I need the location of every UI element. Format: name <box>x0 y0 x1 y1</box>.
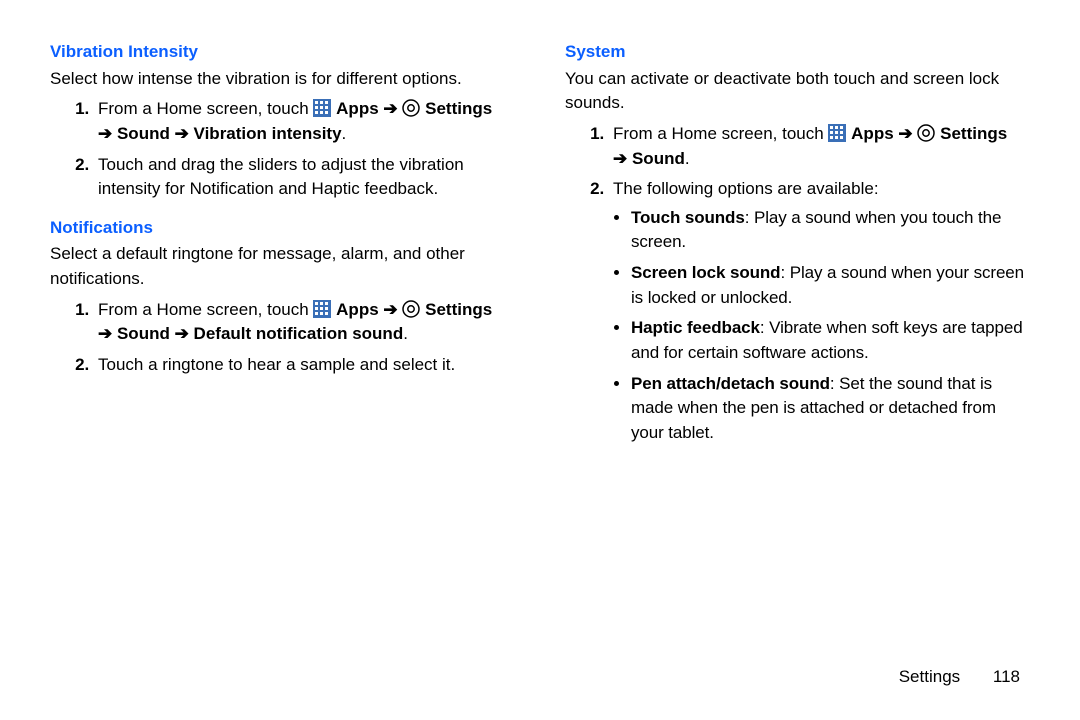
step-item: From a Home screen, touch Apps ➔ Setting… <box>94 298 515 347</box>
intro-system: You can activate or deactivate both touc… <box>565 67 1030 116</box>
arrow-icon: ➔ <box>383 99 397 118</box>
option-title: Pen attach/detach sound <box>631 374 830 393</box>
arrow-icon: ➔ <box>898 124 912 143</box>
step-item: The following options are available: Tou… <box>609 177 1030 445</box>
right-column: System You can activate or deactivate bo… <box>565 40 1030 460</box>
arrow-icon: ➔ <box>175 324 189 343</box>
steps-system: From a Home screen, touch Apps ➔ Setting… <box>565 122 1030 446</box>
settings-gear-icon <box>402 99 420 117</box>
apps-grid-icon <box>828 124 846 142</box>
label-sound: Sound <box>627 149 685 168</box>
left-column: Vibration Intensity Select how intense t… <box>50 40 515 460</box>
heading-notifications: Notifications <box>50 216 515 241</box>
step-text: From a Home screen, touch <box>98 99 313 118</box>
list-item: Haptic feedback: Vibrate when soft keys … <box>631 316 1030 365</box>
period: . <box>403 324 408 343</box>
label-sound: Sound <box>112 324 174 343</box>
heading-system: System <box>565 40 1030 65</box>
footer-section: Settings <box>899 667 960 686</box>
arrow-icon: ➔ <box>98 324 112 343</box>
label-apps: Apps <box>336 99 383 118</box>
step-item: From a Home screen, touch Apps ➔ Setting… <box>609 122 1030 171</box>
label-settings: Settings <box>425 99 492 118</box>
arrow-icon: ➔ <box>383 300 397 319</box>
label-vibration-intensity: Vibration intensity <box>189 124 342 143</box>
list-item: Touch sounds: Play a sound when you touc… <box>631 206 1030 255</box>
step-text: From a Home screen, touch <box>98 300 313 319</box>
option-title: Screen lock sound <box>631 263 780 282</box>
option-title: Touch sounds <box>631 208 745 227</box>
arrow-icon: ➔ <box>613 149 627 168</box>
step-text: From a Home screen, touch <box>613 124 828 143</box>
period: . <box>342 124 347 143</box>
label-settings: Settings <box>940 124 1007 143</box>
period: . <box>685 149 690 168</box>
steps-vibration: From a Home screen, touch Apps ➔ Setting… <box>50 97 515 202</box>
footer-page-number: 118 <box>993 667 1020 686</box>
page-content: Vibration Intensity Select how intense t… <box>0 0 1080 460</box>
option-title: Haptic feedback <box>631 318 760 337</box>
label-sound: Sound <box>112 124 174 143</box>
step-item: Touch a ringtone to hear a sample and se… <box>94 353 515 378</box>
intro-vibration: Select how intense the vibration is for … <box>50 67 515 92</box>
label-apps: Apps <box>336 300 383 319</box>
apps-grid-icon <box>313 300 331 318</box>
label-settings: Settings <box>425 300 492 319</box>
step-text: The following options are available: <box>613 179 879 198</box>
settings-gear-icon <box>917 124 935 142</box>
list-item: Pen attach/detach sound: Set the sound t… <box>631 372 1030 446</box>
options-list: Touch sounds: Play a sound when you touc… <box>613 206 1030 446</box>
arrow-icon: ➔ <box>175 124 189 143</box>
arrow-icon: ➔ <box>98 124 112 143</box>
label-default-notification-sound: Default notification sound <box>189 324 403 343</box>
steps-notifications: From a Home screen, touch Apps ➔ Setting… <box>50 298 515 378</box>
step-item: Touch and drag the sliders to adjust the… <box>94 153 515 202</box>
heading-vibration-intensity: Vibration Intensity <box>50 40 515 65</box>
intro-notifications: Select a default ringtone for message, a… <box>50 242 515 291</box>
settings-gear-icon <box>402 300 420 318</box>
list-item: Screen lock sound: Play a sound when you… <box>631 261 1030 310</box>
page-footer: Settings 118 <box>899 665 1020 690</box>
label-apps: Apps <box>851 124 898 143</box>
step-item: From a Home screen, touch Apps ➔ Setting… <box>94 97 515 146</box>
apps-grid-icon <box>313 99 331 117</box>
